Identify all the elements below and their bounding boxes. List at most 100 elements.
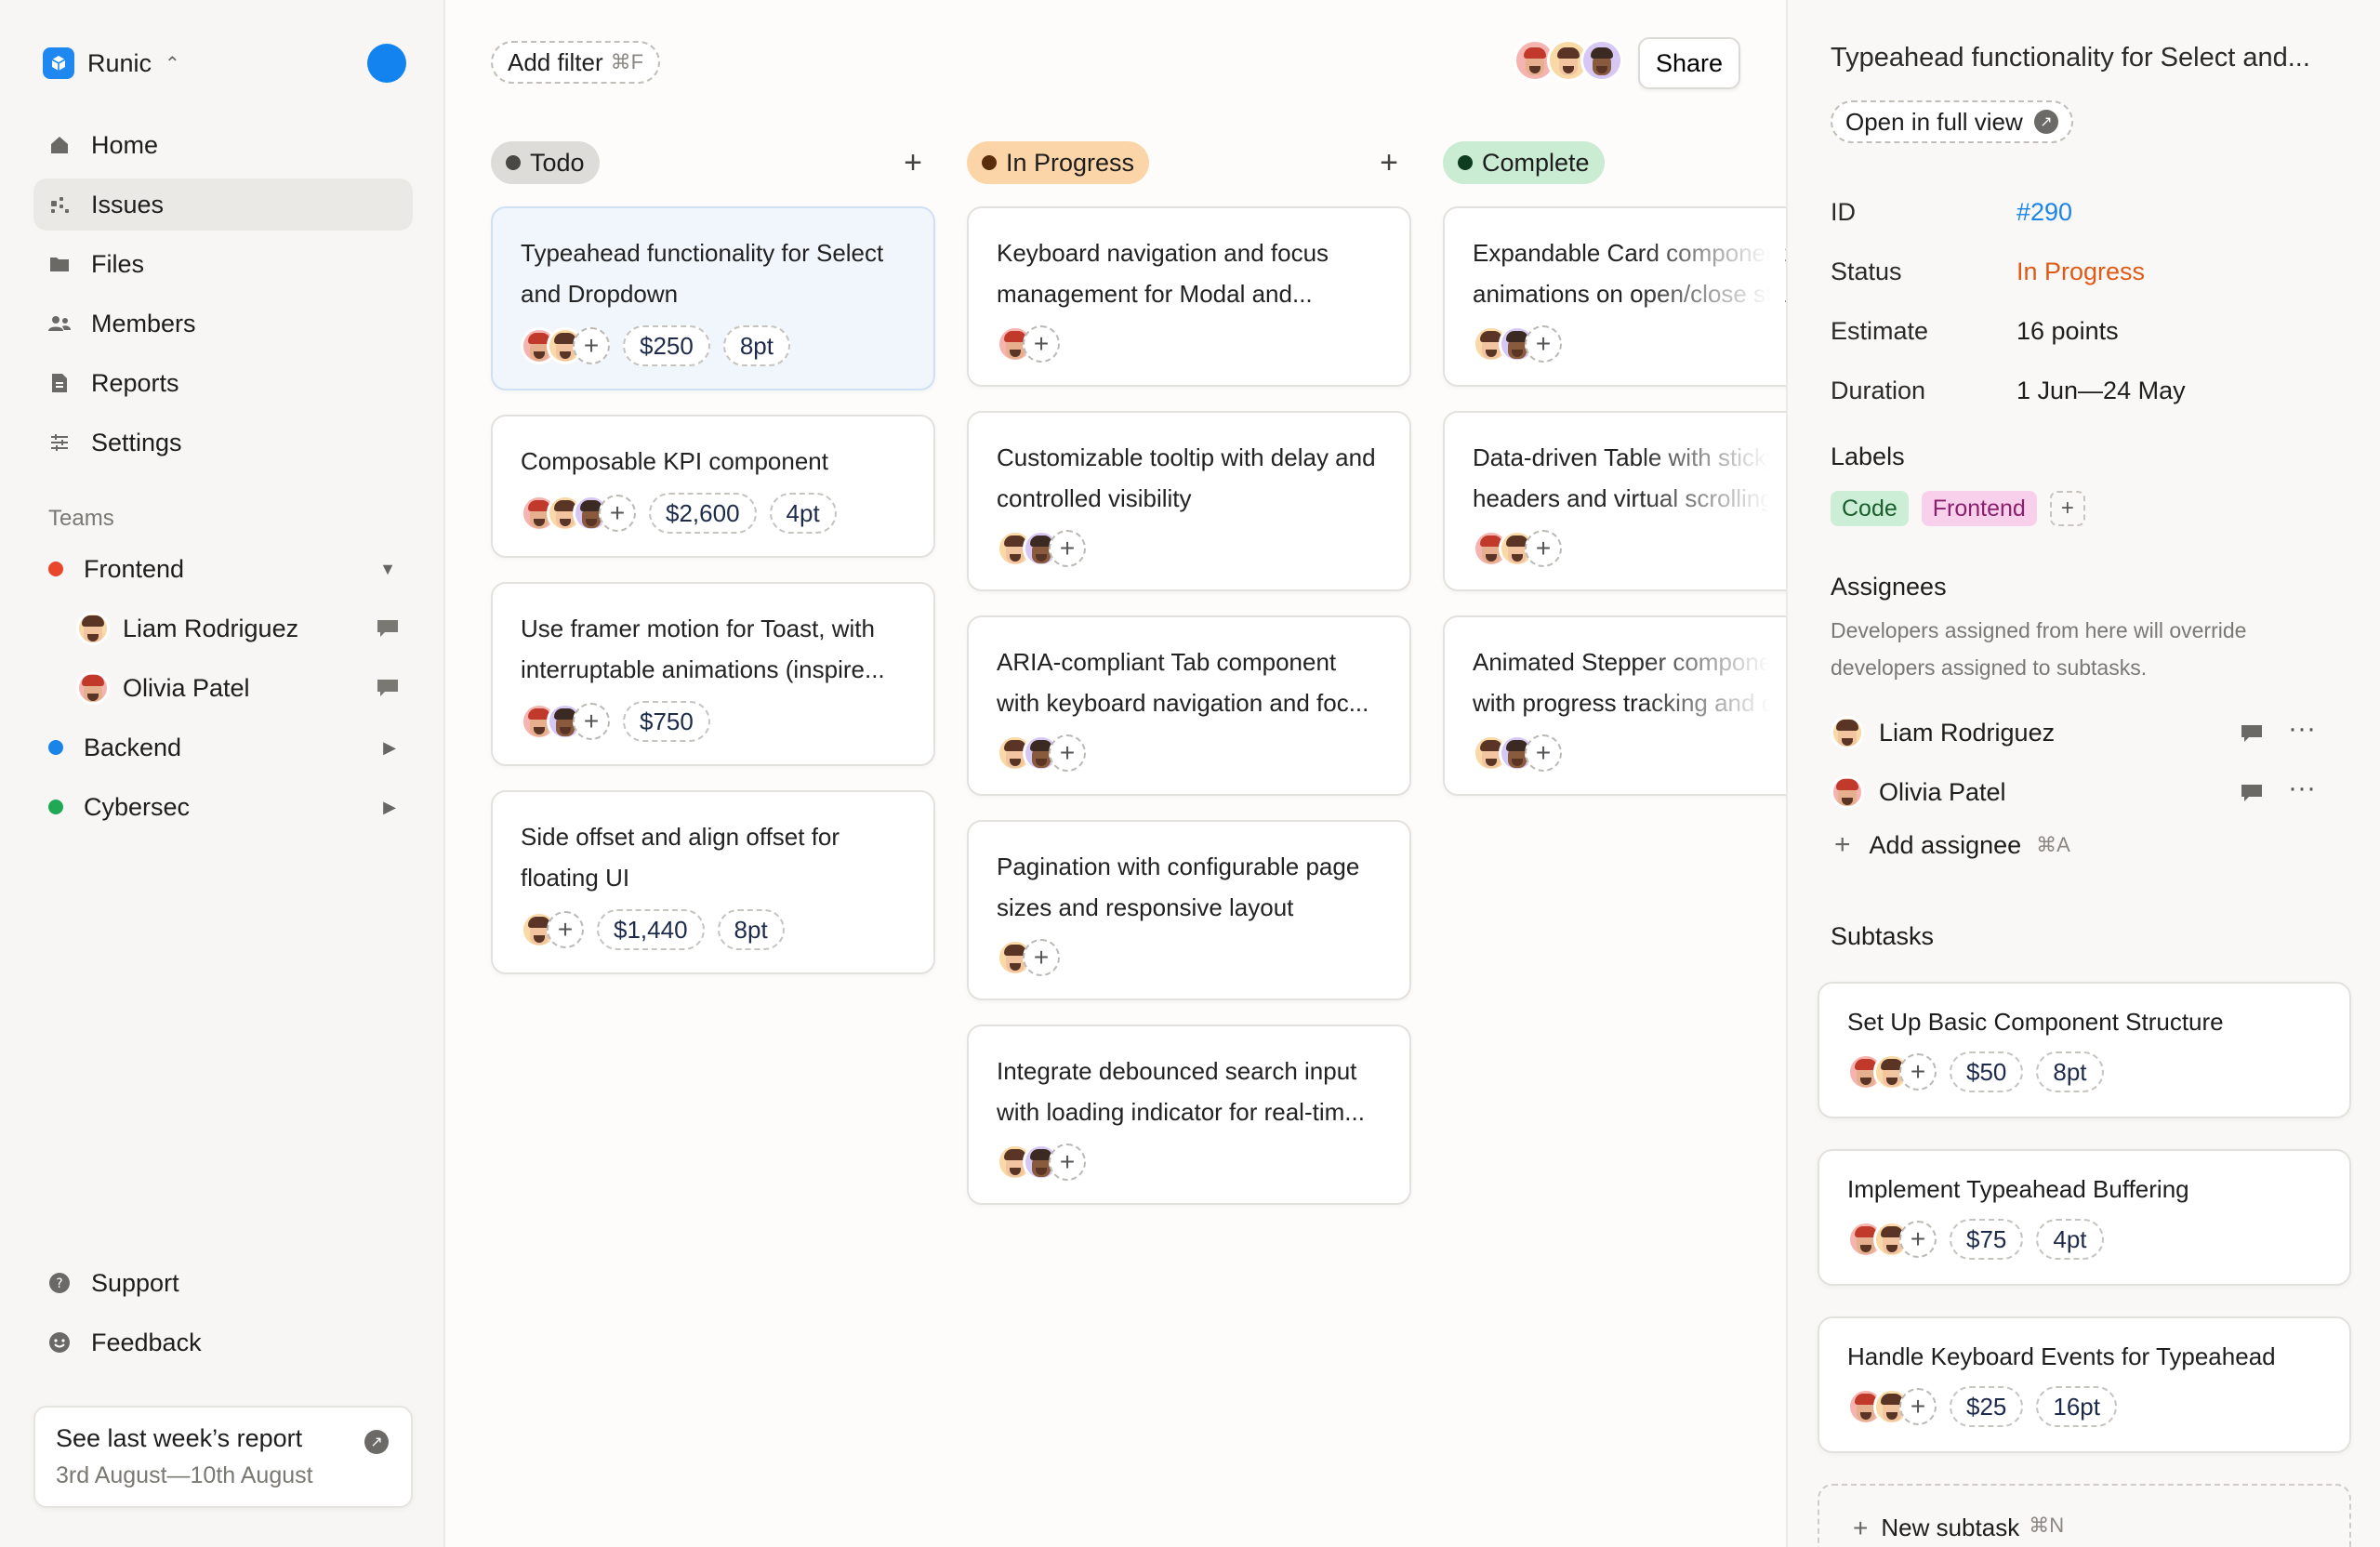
- add-assignee-icon[interactable]: +: [1049, 1144, 1086, 1181]
- card-title: Use framer motion for Toast, with interr…: [521, 615, 885, 683]
- weekly-report-card[interactable]: See last week’s report 3rd August—10th A…: [33, 1406, 413, 1508]
- open-full-view-button[interactable]: Open in full view ↗: [1831, 100, 2073, 143]
- add-assignee-icon[interactable]: +: [1049, 530, 1086, 567]
- issue-card[interactable]: Side offset and align offset for floatin…: [491, 790, 935, 974]
- card-title: ARIA-compliant Tab component with keyboa…: [997, 648, 1369, 717]
- points-pill[interactable]: 8pt: [2036, 1051, 2104, 1092]
- add-assignee-icon[interactable]: +: [1525, 734, 1562, 772]
- status-pill-complete[interactable]: Complete: [1443, 141, 1605, 184]
- label-tag-code[interactable]: Code: [1831, 491, 1909, 526]
- card-title: Keyboard navigation and focus management…: [997, 239, 1329, 308]
- add-assignee-icon[interactable]: +: [1525, 325, 1562, 363]
- price-pill[interactable]: $2,600: [649, 493, 757, 534]
- assignee-row[interactable]: Liam Rodriguez ···: [1831, 709, 2323, 756]
- add-assignee-icon[interactable]: +: [573, 703, 610, 740]
- points-pill[interactable]: 4pt: [2036, 1219, 2104, 1260]
- chat-icon[interactable]: [2240, 722, 2264, 751]
- add-label-icon[interactable]: +: [2049, 491, 2085, 526]
- nav-label: Issues: [91, 190, 165, 218]
- add-card-icon[interactable]: +: [904, 145, 922, 181]
- add-assignee-icon[interactable]: +: [1023, 939, 1060, 976]
- nav-item-members[interactable]: Members: [33, 298, 413, 350]
- caret-right-icon[interactable]: ▶: [383, 798, 396, 817]
- chat-icon[interactable]: [376, 617, 400, 646]
- collaborator-avatars[interactable]: [1514, 39, 1623, 82]
- issue-card[interactable]: Pagination with configurable page sizes …: [967, 820, 1411, 1000]
- nav-item-support[interactable]: ? Support: [33, 1257, 413, 1309]
- chat-icon[interactable]: [376, 677, 400, 706]
- price-pill[interactable]: $50: [1950, 1051, 2024, 1092]
- user-avatar[interactable]: [367, 44, 406, 83]
- nav-item-files[interactable]: Files: [33, 238, 413, 290]
- nav-item-home[interactable]: Home: [33, 119, 413, 171]
- team-backend[interactable]: Backend ▶: [33, 721, 413, 774]
- status-label: Todo: [530, 148, 585, 177]
- assignee-stack: +: [521, 495, 636, 532]
- subtask-card[interactable]: Handle Keyboard Events for Typeahead + $…: [1818, 1316, 2351, 1453]
- issue-card[interactable]: Integrate debounced search input with lo…: [967, 1025, 1411, 1205]
- add-card-icon[interactable]: +: [1380, 145, 1398, 181]
- issue-card[interactable]: Keyboard navigation and focus management…: [967, 206, 1411, 387]
- add-assignee-icon[interactable]: +: [1899, 1221, 1937, 1258]
- nav-item-reports[interactable]: Reports: [33, 357, 413, 409]
- team-cybersec[interactable]: Cybersec ▶: [33, 781, 413, 833]
- workspace-switcher[interactable]: Runic ⌃: [43, 45, 180, 82]
- price-pill[interactable]: $25: [1950, 1386, 2024, 1427]
- add-assignee-icon[interactable]: +: [1049, 734, 1086, 772]
- issue-card[interactable]: ARIA-compliant Tab component with keyboa…: [967, 615, 1411, 796]
- add-assignee-icon[interactable]: +: [1525, 530, 1562, 567]
- issue-card[interactable]: Use framer motion for Toast, with interr…: [491, 582, 935, 766]
- price-pill[interactable]: $750: [623, 701, 710, 742]
- points-pill[interactable]: 4pt: [769, 493, 837, 534]
- issue-card[interactable]: Customizable tooltip with delay and cont…: [967, 411, 1411, 591]
- caret-down-icon[interactable]: ▼: [379, 560, 396, 579]
- subtask-title: Implement Typeahead Buffering: [1847, 1175, 2189, 1203]
- subtask-title: Set Up Basic Component Structure: [1847, 1008, 2224, 1036]
- points-pill[interactable]: 8pt: [722, 325, 790, 366]
- avatar: [1580, 39, 1623, 82]
- more-options-icon[interactable]: ···: [2288, 713, 2316, 745]
- price-pill[interactable]: $75: [1950, 1219, 2024, 1260]
- points-pill[interactable]: 16pt: [2036, 1386, 2117, 1427]
- property-key: Status: [1831, 257, 1902, 285]
- open-full-view-label: Open in full view: [1845, 107, 2023, 136]
- label-tag-frontend[interactable]: Frontend: [1921, 491, 2037, 526]
- caret-right-icon[interactable]: ▶: [383, 738, 396, 758]
- nav-item-feedback[interactable]: Feedback: [33, 1316, 413, 1368]
- avatar: [76, 612, 110, 645]
- add-assignee-icon[interactable]: +: [573, 327, 610, 364]
- team-frontend[interactable]: Frontend ▼: [33, 543, 413, 595]
- price-pill[interactable]: $250: [623, 325, 710, 366]
- add-assignee-icon[interactable]: +: [547, 911, 584, 948]
- add-filter-button[interactable]: Add filter ⌘F: [491, 41, 661, 84]
- status-pill-in-progress[interactable]: In Progress: [967, 141, 1150, 184]
- add-assignee-icon[interactable]: +: [599, 495, 636, 532]
- issue-card[interactable]: Typeahead functionality for Select and D…: [491, 206, 935, 390]
- share-button[interactable]: Share: [1638, 37, 1740, 89]
- add-assignee-icon[interactable]: +: [1899, 1053, 1937, 1091]
- duration-value[interactable]: 1 Jun—24 May: [2016, 377, 2186, 405]
- status-value[interactable]: In Progress: [2016, 258, 2145, 286]
- card-meta: +: [997, 939, 1382, 976]
- card-meta: +: [997, 734, 1382, 772]
- team-member-liam[interactable]: Liam Rodriguez: [33, 602, 413, 654]
- subtask-card[interactable]: Implement Typeahead Buffering + $75 4pt: [1818, 1149, 2351, 1286]
- issue-id-link[interactable]: #290: [2016, 198, 2072, 227]
- add-assignee-icon[interactable]: +: [1899, 1388, 1937, 1425]
- nav-item-issues[interactable]: Issues: [33, 178, 413, 231]
- price-pill[interactable]: $1,440: [597, 909, 705, 950]
- assignee-row[interactable]: Olivia Patel ···: [1831, 769, 2323, 815]
- add-assignee-button[interactable]: + Add assignee ⌘A: [1834, 829, 2070, 861]
- more-options-icon[interactable]: ···: [2288, 773, 2316, 804]
- subtask-card[interactable]: Set Up Basic Component Structure + $50 8…: [1818, 982, 2351, 1118]
- issue-card[interactable]: Composable KPI component + $2,600 4pt: [491, 415, 935, 558]
- nav-label: Files: [91, 249, 145, 278]
- new-subtask-button[interactable]: + New subtask ⌘N: [1818, 1484, 2351, 1547]
- team-member-olivia[interactable]: Olivia Patel: [33, 662, 413, 714]
- status-pill-todo[interactable]: Todo: [491, 141, 600, 184]
- chat-icon[interactable]: [2240, 782, 2264, 811]
- add-assignee-icon[interactable]: +: [1023, 325, 1060, 363]
- points-pill[interactable]: 8pt: [717, 909, 785, 950]
- nav-item-settings[interactable]: Settings: [33, 416, 413, 469]
- estimate-value[interactable]: 16 points: [2016, 317, 2119, 346]
